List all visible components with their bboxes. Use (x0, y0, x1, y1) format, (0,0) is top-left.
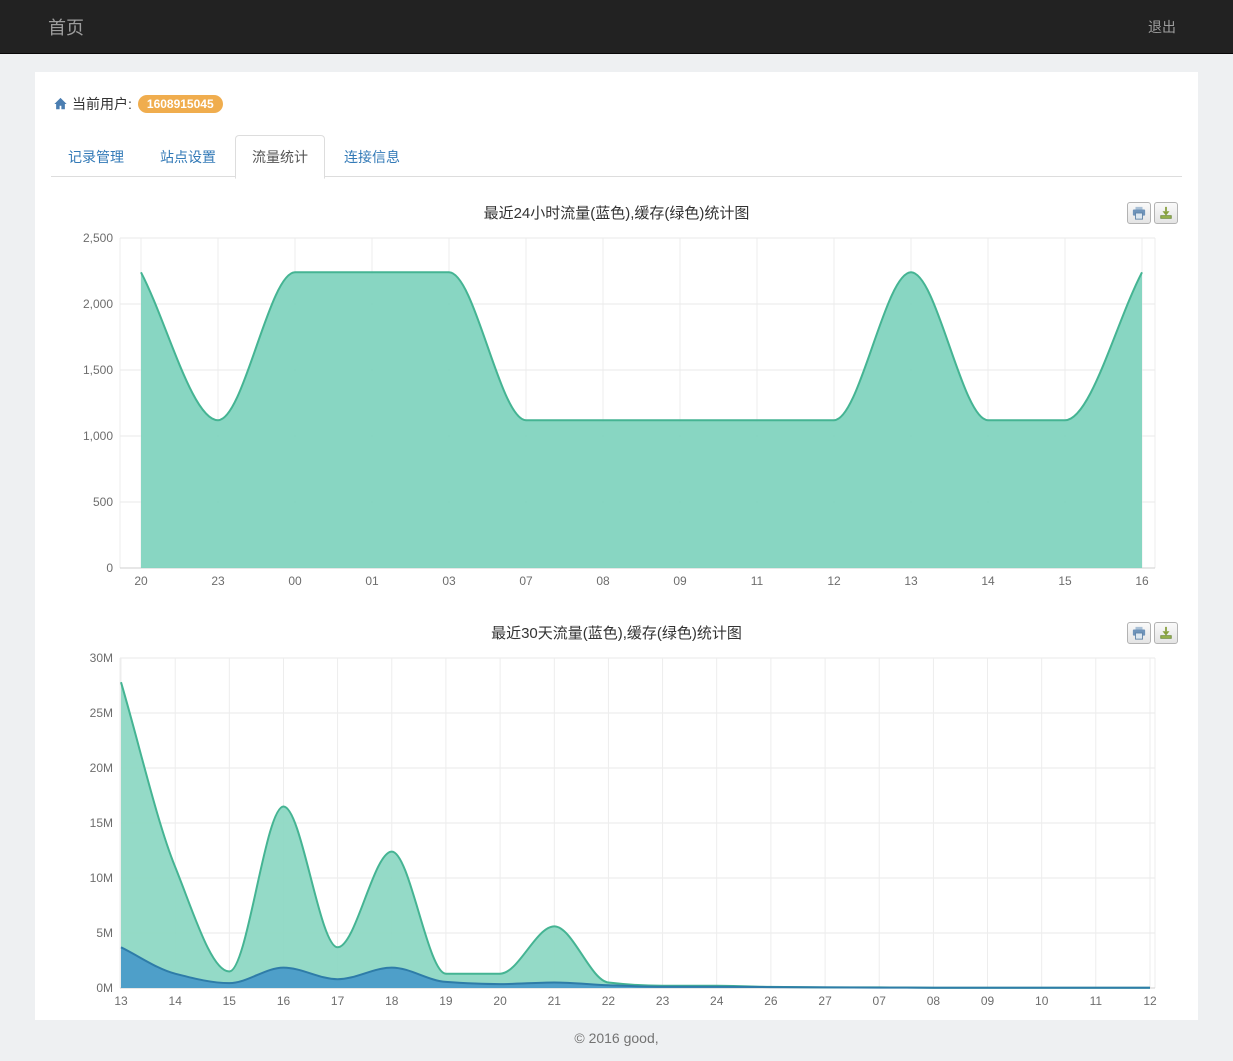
svg-text:0: 0 (106, 561, 113, 575)
tab-connection-info[interactable]: 连接信息 (327, 135, 417, 177)
svg-text:19: 19 (439, 994, 453, 1008)
svg-text:11: 11 (1090, 994, 1103, 1008)
svg-text:2,500: 2,500 (83, 232, 113, 245)
current-user-row: 当前用户: 1608915045 (53, 94, 223, 114)
tab-site-settings[interactable]: 站点设置 (143, 135, 233, 177)
svg-text:24: 24 (710, 994, 724, 1008)
svg-text:16: 16 (1135, 574, 1149, 588)
svg-text:01: 01 (365, 574, 379, 588)
logout-link[interactable]: 退出 (1148, 17, 1176, 37)
svg-text:15: 15 (223, 994, 237, 1008)
svg-text:13: 13 (904, 574, 918, 588)
top-navbar: 首页 退出 (0, 0, 1233, 54)
svg-text:5M: 5M (96, 926, 113, 940)
svg-text:23: 23 (656, 994, 670, 1008)
svg-text:22: 22 (602, 994, 616, 1008)
chart-30d-title: 最近30天流量(蓝色),缓存(绿色)统计图 (35, 622, 1198, 643)
svg-text:20: 20 (134, 574, 148, 588)
svg-text:13: 13 (114, 994, 128, 1008)
home-icon (53, 97, 68, 111)
svg-text:12: 12 (827, 574, 841, 588)
tab-record-management[interactable]: 记录管理 (51, 135, 141, 177)
svg-text:14: 14 (169, 994, 183, 1008)
tab-bar: 记录管理 站点设置 流量统计 连接信息 (51, 135, 1182, 177)
svg-text:10M: 10M (90, 871, 113, 885)
print-icon[interactable] (1127, 622, 1151, 644)
svg-text:12: 12 (1143, 994, 1157, 1008)
tab-traffic-stats[interactable]: 流量统计 (235, 135, 325, 177)
svg-text:08: 08 (596, 574, 610, 588)
footer-copyright: © 2016 good, (0, 1030, 1233, 1046)
svg-text:08: 08 (927, 994, 941, 1008)
svg-text:1,500: 1,500 (83, 363, 113, 377)
svg-text:07: 07 (873, 994, 887, 1008)
svg-text:21: 21 (548, 994, 562, 1008)
svg-text:25M: 25M (90, 706, 113, 720)
navbar-brand-home[interactable]: 首页 (48, 14, 84, 40)
download-icon[interactable] (1154, 202, 1178, 224)
current-user-label: 当前用户: (72, 94, 132, 114)
chart-30d-area: 0M 5M 10M 15M 20M 25M 30M 13 14 15 16 17 18 19 20 21 22 2… (35, 652, 1198, 1012)
svg-text:18: 18 (385, 994, 399, 1008)
svg-text:09: 09 (673, 574, 687, 588)
svg-text:500: 500 (93, 495, 113, 509)
chart-30d-toolbar (1124, 622, 1178, 644)
svg-text:27: 27 (818, 994, 832, 1008)
svg-text:15: 15 (1058, 574, 1072, 588)
main-panel: 当前用户: 1608915045 记录管理 站点设置 流量统计 连接信息 最近2… (35, 72, 1198, 1020)
svg-text:10: 10 (1035, 994, 1049, 1008)
svg-text:03: 03 (442, 574, 456, 588)
user-id-badge: 1608915045 (138, 95, 223, 113)
chart-24h-area: 0 500 1,000 1,500 2,000 2,500 20 23 00 01 03 07 08 09… (35, 232, 1198, 592)
svg-text:20M: 20M (90, 761, 113, 775)
svg-text:15M: 15M (90, 816, 113, 830)
svg-text:2,000: 2,000 (83, 297, 113, 311)
svg-text:30M: 30M (90, 652, 113, 665)
chart-24h-toolbar (1124, 202, 1178, 224)
svg-text:16: 16 (277, 994, 291, 1008)
svg-text:1,000: 1,000 (83, 429, 113, 443)
svg-text:0M: 0M (96, 981, 113, 995)
svg-text:09: 09 (981, 994, 995, 1008)
svg-text:23: 23 (211, 574, 225, 588)
chart-24h-title: 最近24小时流量(蓝色),缓存(绿色)统计图 (35, 202, 1198, 223)
svg-text:14: 14 (981, 574, 995, 588)
svg-text:00: 00 (288, 574, 302, 588)
svg-text:07: 07 (519, 574, 533, 588)
download-icon[interactable] (1154, 622, 1178, 644)
svg-text:17: 17 (331, 994, 345, 1008)
svg-text:11: 11 (751, 574, 764, 588)
print-icon[interactable] (1127, 202, 1151, 224)
svg-text:20: 20 (493, 994, 507, 1008)
svg-text:26: 26 (764, 994, 778, 1008)
